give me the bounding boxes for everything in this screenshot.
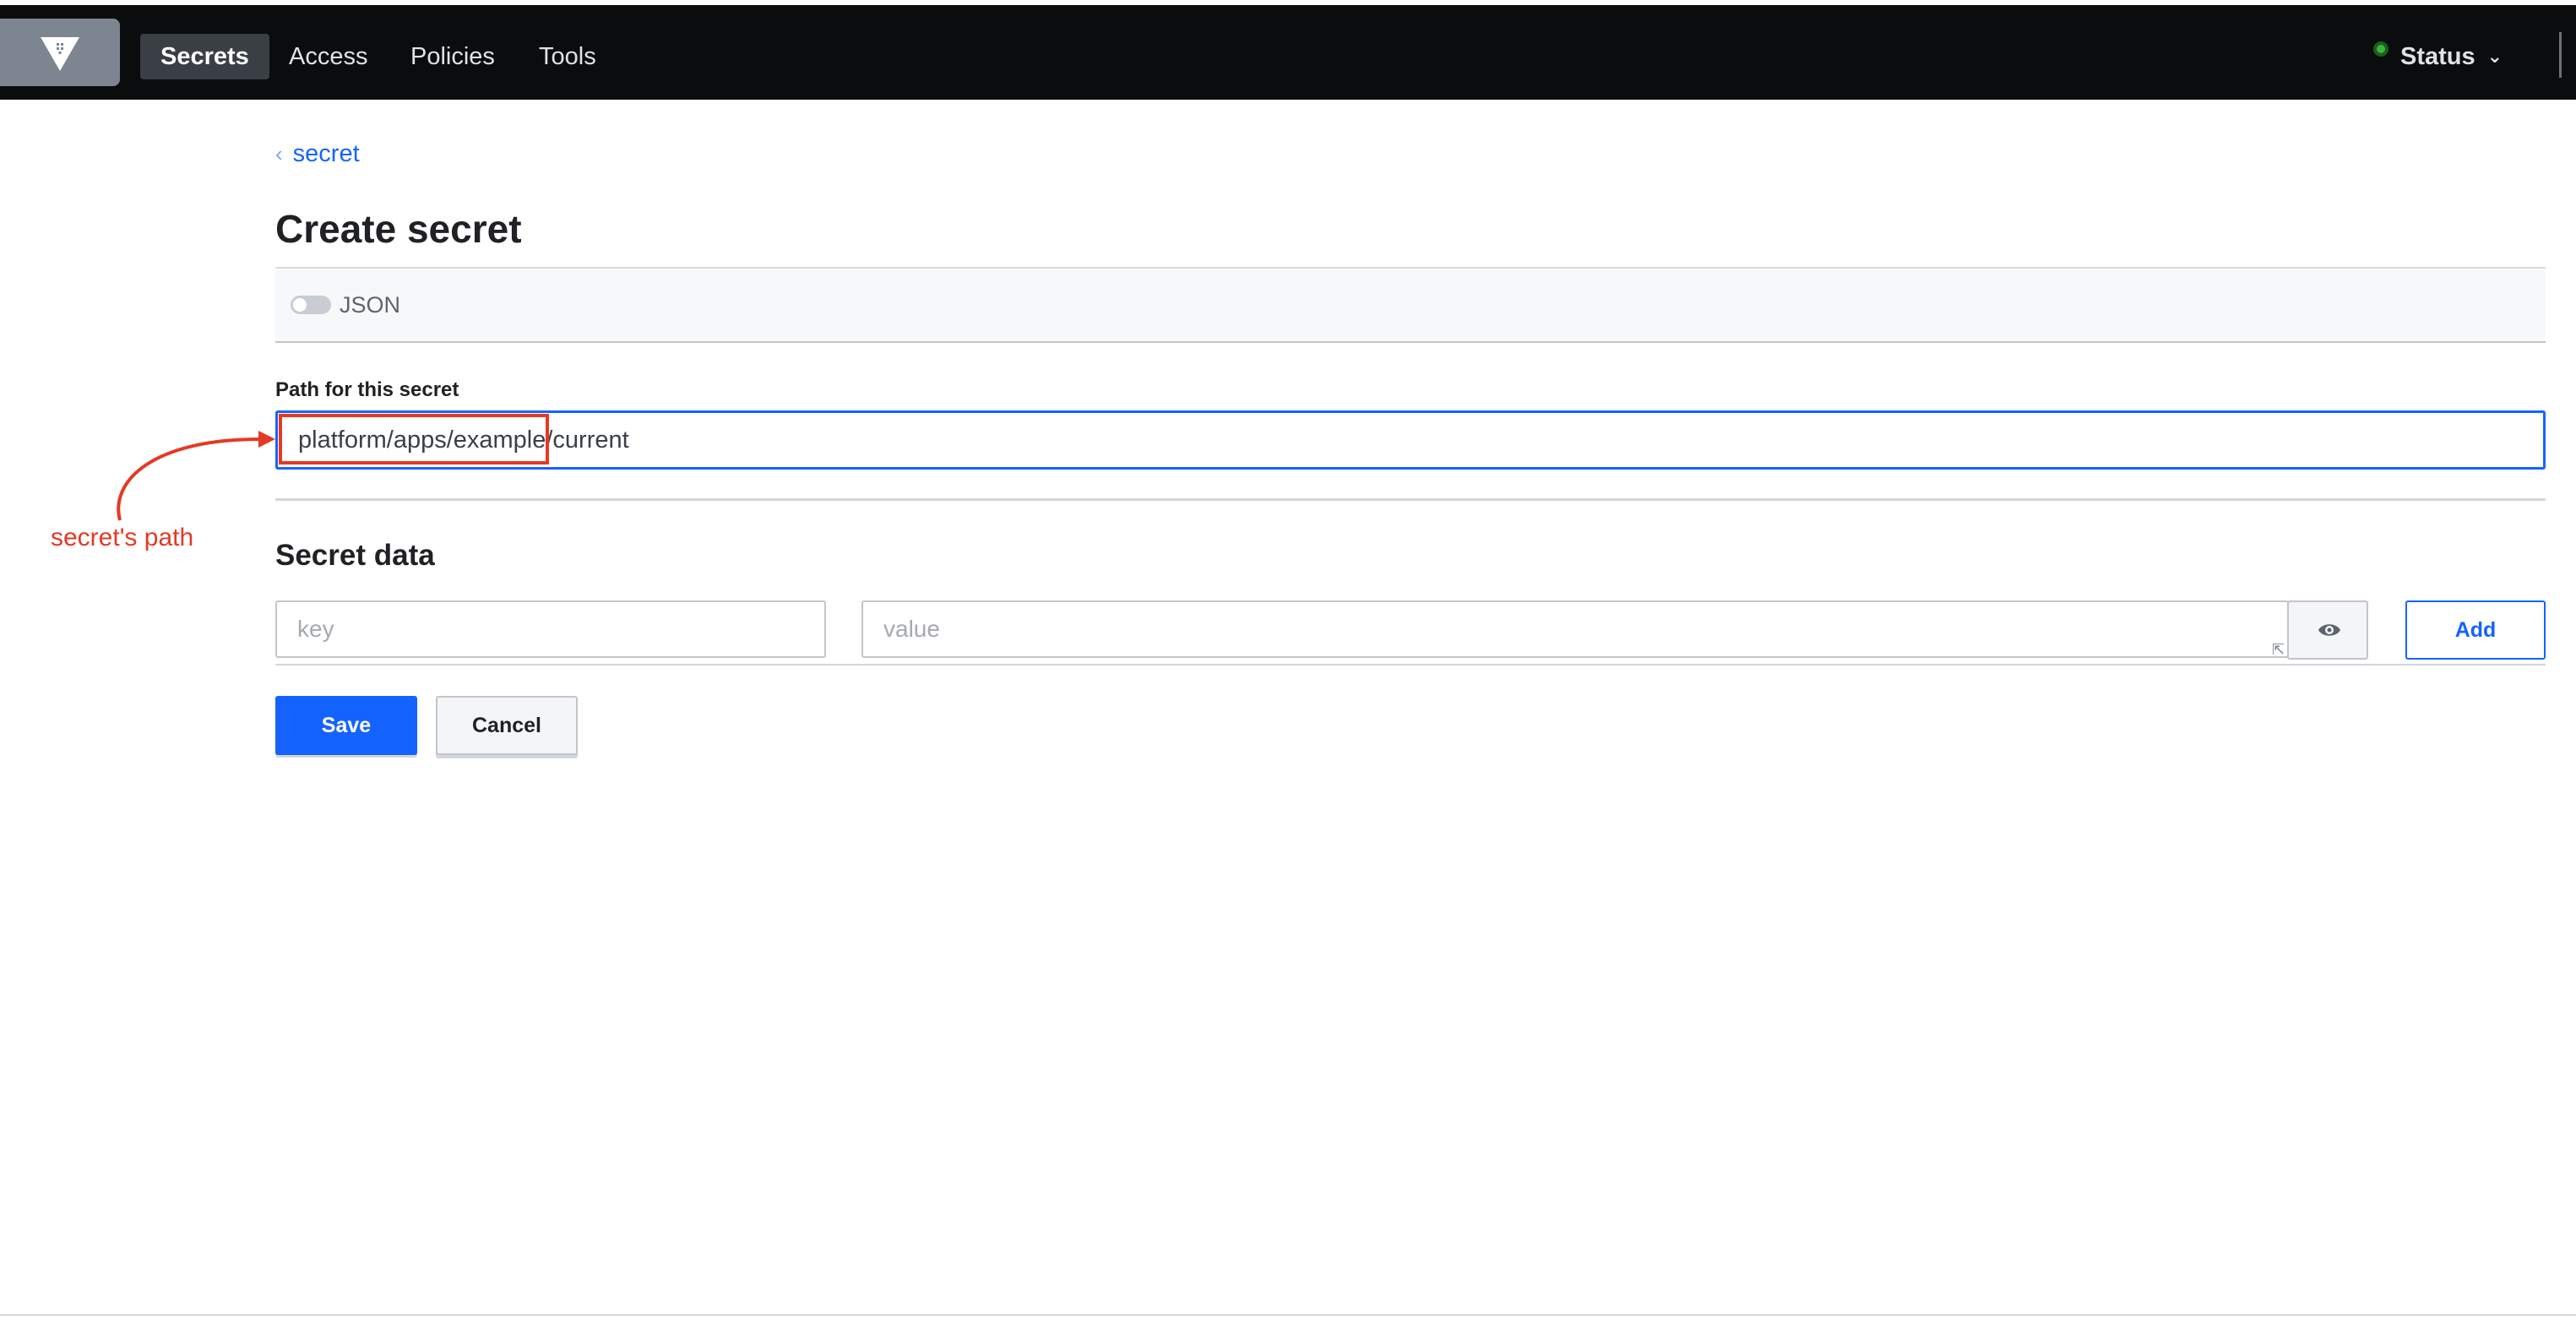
nav-divider xyxy=(2559,32,2562,78)
vault-logo-icon xyxy=(41,37,79,71)
chevron-down-icon: ⌄ xyxy=(2486,46,2503,67)
cancel-button[interactable]: Cancel xyxy=(436,696,578,755)
breadcrumb[interactable]: ‹ secret xyxy=(275,140,360,168)
chevron-left-icon: ‹ xyxy=(275,141,283,166)
row-divider xyxy=(275,664,2546,666)
section-divider xyxy=(275,498,2546,501)
resize-handle-icon[interactable]: ⇱ xyxy=(2272,641,2285,659)
status-indicator-icon xyxy=(2373,41,2389,57)
path-label: Path for this secret xyxy=(275,378,459,401)
status-label: Status xyxy=(2400,43,2475,70)
nav-tools[interactable]: Tools xyxy=(519,34,617,79)
nav-access[interactable]: Access xyxy=(269,34,388,79)
annotation-arrow-icon xyxy=(117,431,275,521)
eye-icon xyxy=(2318,624,2340,636)
breadcrumb-label: secret xyxy=(292,140,360,167)
status-menu[interactable]: Status ⌄ xyxy=(2373,34,2503,79)
save-button[interactable]: Save xyxy=(275,696,417,755)
annotation-label: secret's path xyxy=(51,524,194,551)
page-bottom-border xyxy=(0,1314,2576,1316)
json-toggle[interactable] xyxy=(291,296,331,314)
json-toggle-label: JSON xyxy=(340,292,401,318)
key-input[interactable] xyxy=(275,600,826,658)
add-button[interactable]: Add xyxy=(2405,600,2546,660)
annotation-highlight xyxy=(279,414,549,464)
page-title: Create secret xyxy=(275,207,522,251)
nav-secrets[interactable]: Secrets xyxy=(140,34,269,79)
path-input[interactable] xyxy=(275,410,2546,470)
nav-policies[interactable]: Policies xyxy=(390,34,515,79)
top-nav: Secrets Access Policies Tools Status ⌄ xyxy=(0,5,2576,100)
show-value-button[interactable] xyxy=(2287,600,2368,660)
secret-data-title: Secret data xyxy=(275,539,435,572)
json-toggle-row: JSON xyxy=(275,267,2546,343)
value-input[interactable] xyxy=(861,600,2289,658)
vault-logo[interactable] xyxy=(0,19,120,86)
